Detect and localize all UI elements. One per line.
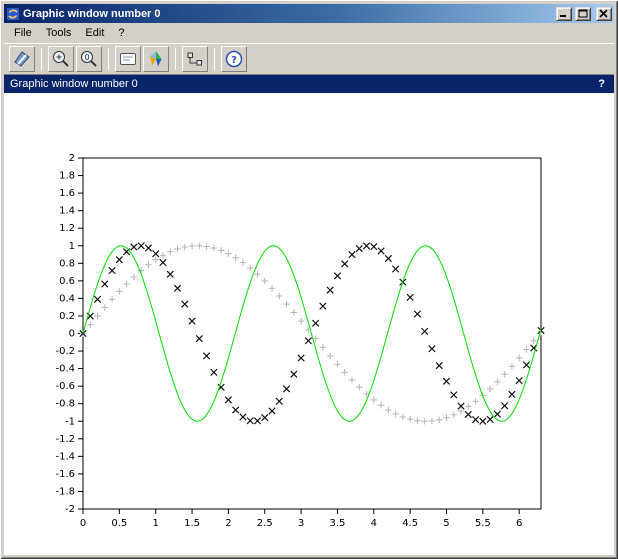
svg-text:2: 2 [69,153,75,164]
svg-text:2: 2 [225,518,231,529]
app-window: Graphic window number 0 File Tools Edit … [0,0,618,559]
minimize-icon [559,9,569,18]
maximize-icon [578,9,588,18]
svg-text:4.5: 4.5 [402,518,418,529]
help-icon: ? [224,49,244,69]
figure-properties-button[interactable] [115,46,141,72]
svg-text:-0.4: -0.4 [55,364,75,375]
menu-file[interactable]: File [7,25,39,41]
zoom-original-button[interactable]: 0 [76,46,102,72]
svg-text:1: 1 [69,241,75,252]
svg-text:-2: -2 [65,504,75,515]
toolbar-separator [108,48,109,70]
svg-text:0.6: 0.6 [59,276,75,287]
edit-figure-icon [12,49,32,69]
zoom-in-button[interactable] [48,46,74,72]
svg-text:0: 0 [84,53,89,62]
svg-text:0.2: 0.2 [59,311,75,322]
svg-text:0.4: 0.4 [59,293,75,304]
menu-help[interactable]: ? [111,25,131,41]
svg-text:0.5: 0.5 [111,518,127,529]
plot-area: 2 1.8 1.6 1.4 1.2 1 0.8 0.6 0.4 0.2 0 -0.2 -0.4 -0.6 -… [4,93,614,555]
svg-text:1: 1 [153,518,159,529]
svg-text:4: 4 [371,518,377,529]
toolbar-separator [41,48,42,70]
svg-text:0: 0 [69,329,75,340]
minimize-button[interactable] [556,7,572,21]
zoom-original-icon: 0 [79,49,99,69]
svg-text:-1.4: -1.4 [55,451,75,462]
help-button[interactable]: ? [221,46,247,72]
svg-text:5.5: 5.5 [475,518,491,529]
datatip-button[interactable] [182,46,208,72]
toolbar-separator [214,48,215,70]
close-button[interactable] [596,7,612,21]
close-icon [599,9,609,18]
svg-text:1.4: 1.4 [59,206,75,217]
figure-title: Graphic window number 0 [10,78,138,90]
toolbar-separator [175,48,176,70]
svg-text:0: 0 [80,518,86,529]
svg-text:2.5: 2.5 [257,518,273,529]
rotate-3d-icon [146,49,166,69]
menu-bar: File Tools Edit ? [4,23,614,43]
svg-text:?: ? [231,55,237,66]
svg-text:1.6: 1.6 [59,188,75,199]
menu-tools[interactable]: Tools [39,25,79,41]
maximize-button[interactable] [575,7,591,21]
title-bar[interactable]: Graphic window number 0 [4,4,614,23]
svg-text:-0.2: -0.2 [55,346,75,357]
figure-info-bar: Graphic window number 0 ? [4,75,614,93]
svg-text:1.5: 1.5 [184,518,200,529]
svg-text:-0.8: -0.8 [55,399,75,410]
svg-text:-1.2: -1.2 [55,434,75,445]
svg-text:6: 6 [516,518,522,529]
window-title: Graphic window number 0 [23,8,553,20]
rotate-3d-button[interactable] [143,46,169,72]
svg-text:5: 5 [443,518,449,529]
chart-svg: 2 1.8 1.6 1.4 1.2 1 0.8 0.6 0.4 0.2 0 -0.2 -0.4 -0.6 -… [4,93,614,555]
svg-text:3: 3 [298,518,304,529]
svg-text:-1.8: -1.8 [55,486,75,497]
datatip-icon [185,49,205,69]
svg-text:-1.6: -1.6 [55,469,75,480]
menu-edit[interactable]: Edit [78,25,111,41]
svg-text:-0.6: -0.6 [55,381,75,392]
svg-text:3.5: 3.5 [329,518,345,529]
zoom-in-icon [51,49,71,69]
svg-text:0.8: 0.8 [59,258,75,269]
app-icon [6,7,20,21]
svg-text:1.2: 1.2 [59,223,75,234]
svg-text:-1: -1 [65,416,75,427]
infobar-help-button[interactable]: ? [595,78,608,90]
svg-text:1.8: 1.8 [59,171,75,182]
edit-figure-button[interactable] [9,46,35,72]
figure-properties-icon [118,49,138,69]
toolbar: 0 [4,43,614,75]
